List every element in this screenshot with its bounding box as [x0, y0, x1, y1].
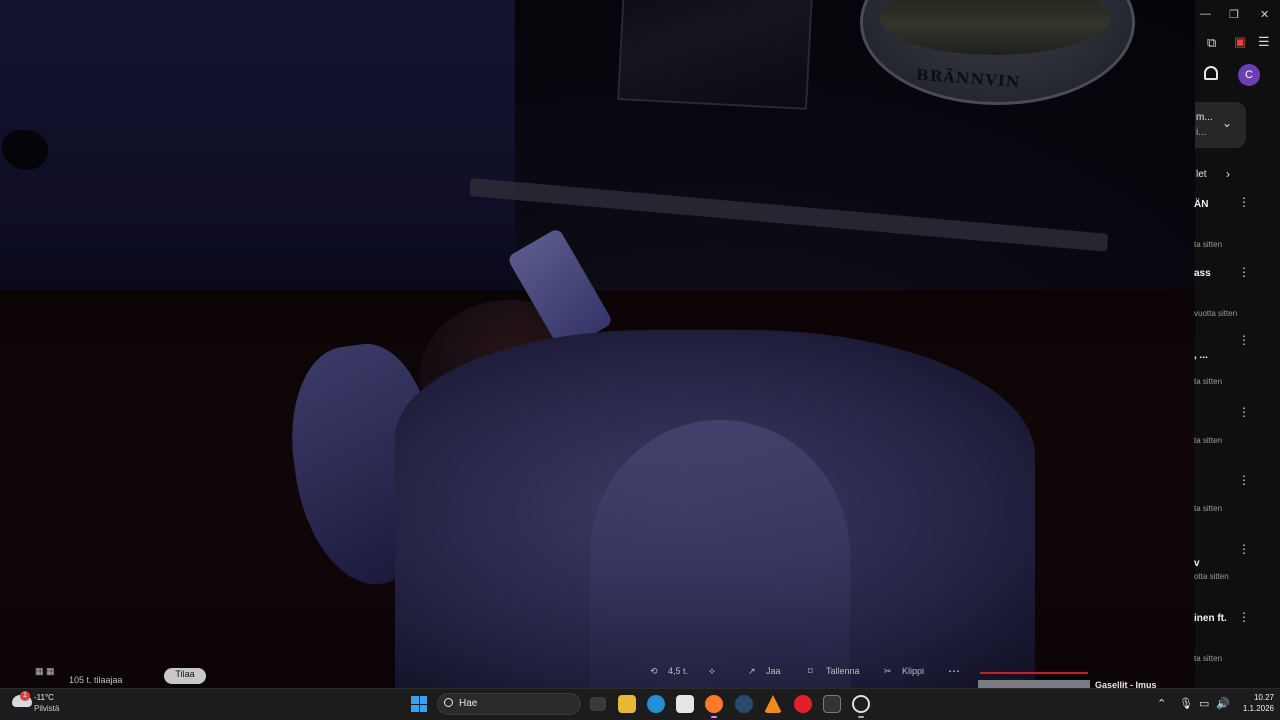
wifi-icon[interactable]: ▭: [1199, 697, 1209, 710]
filter-label[interactable]: let: [1196, 169, 1207, 180]
file-explorer-icon[interactable]: [618, 695, 636, 713]
subscriber-count: 105 t. tilaajaa: [69, 675, 123, 685]
running-app-indicator: [858, 716, 864, 718]
like-icon[interactable]: ⟲: [650, 666, 658, 677]
windows-logo-icon[interactable]: [411, 696, 427, 712]
kebab-icon[interactable]: ⋮: [1238, 543, 1250, 555]
terminal-icon[interactable]: [823, 695, 841, 713]
avatar[interactable]: C: [1238, 64, 1260, 86]
recommendation-meta: ta sitten: [1194, 377, 1223, 386]
subscribe-button[interactable]: Tilaa: [164, 668, 206, 684]
recommendation-title[interactable]: , ...: [1194, 350, 1208, 361]
temperature[interactable]: -11°C: [34, 693, 54, 702]
extension-badge-icon[interactable]: ▣: [1234, 34, 1246, 50]
like-count[interactable]: 4,5 t.: [668, 666, 688, 676]
bell-icon[interactable]: [1204, 66, 1218, 80]
channel-badge-icon: ▦ ▦: [35, 666, 55, 676]
kebab-icon[interactable]: ⋮: [1238, 406, 1250, 418]
kebab-icon[interactable]: ⋮: [1238, 196, 1250, 208]
menu-icon[interactable]: ☰: [1258, 34, 1270, 50]
kebab-icon[interactable]: ⋮: [1238, 334, 1250, 346]
chevron-up-icon[interactable]: ⌃: [1157, 697, 1166, 710]
more-actions-icon[interactable]: ⋯: [948, 664, 960, 678]
search-icon: [444, 698, 453, 707]
steam-icon[interactable]: [735, 695, 753, 713]
store-icon[interactable]: [676, 695, 694, 713]
taskbar: [0, 688, 1280, 720]
recommendation-meta: ta sitten: [1194, 654, 1223, 663]
video-player[interactable]: BRÄNNVIN: [0, 0, 1195, 688]
recommendation-title[interactable]: ÄN: [1194, 199, 1208, 210]
chip-line1: m...: [1196, 112, 1213, 123]
recommendation-meta: otta sitten: [1194, 572, 1229, 581]
kebab-icon[interactable]: ⋮: [1238, 611, 1250, 623]
chevron-right-icon[interactable]: ›: [1226, 167, 1230, 181]
share-button[interactable]: Jaa: [766, 666, 781, 676]
minimize-icon[interactable]: —: [1200, 8, 1211, 20]
active-app-indicator: [711, 716, 717, 718]
recommendation-meta: ta sitten: [1194, 436, 1223, 445]
share-icon[interactable]: ↗: [748, 666, 756, 677]
playlist-chip[interactable]: [1195, 102, 1246, 148]
restore-icon[interactable]: ❐: [1229, 8, 1239, 21]
dislike-icon[interactable]: ⟡: [709, 666, 715, 677]
edge-icon[interactable]: [647, 695, 665, 713]
weather-condition[interactable]: Pilvistä: [34, 704, 59, 713]
clip-icon[interactable]: ✂: [884, 666, 892, 677]
recommendation-meta: ta sitten: [1194, 504, 1223, 513]
volume-icon[interactable]: 🔊: [1216, 697, 1230, 710]
watch-progress: [980, 672, 1088, 674]
extensions-icon[interactable]: ⧉: [1207, 35, 1216, 51]
mic-icon[interactable]: 🎙: [1179, 697, 1193, 710]
recommendation-title[interactable]: ass: [1194, 268, 1211, 279]
chevron-down-icon[interactable]: ⌄: [1222, 116, 1232, 130]
kebab-icon[interactable]: ⋮: [1238, 474, 1250, 486]
save-icon[interactable]: ⌑: [808, 666, 813, 677]
opera-icon[interactable]: [794, 695, 812, 713]
firefox-icon[interactable]: [705, 695, 723, 713]
clock-date[interactable]: 1.1.2026: [1236, 704, 1274, 713]
search-placeholder: Hae: [459, 698, 478, 709]
clip-button[interactable]: Klippi: [902, 666, 924, 676]
save-button[interactable]: Tallenna: [826, 666, 860, 676]
recommendation-meta: ta sitten: [1194, 240, 1223, 249]
close-icon[interactable]: ✕: [1260, 8, 1269, 21]
blanket-fold: [590, 420, 850, 688]
recommendation-meta: vuotta sitten: [1194, 309, 1238, 318]
kebab-icon[interactable]: ⋮: [1238, 266, 1250, 278]
recommendation-channel[interactable]: v: [1194, 558, 1200, 569]
task-view-icon[interactable]: [590, 697, 606, 711]
poster: [617, 0, 813, 110]
chatgpt-icon[interactable]: [852, 695, 870, 713]
clock-time[interactable]: 10.27: [1238, 693, 1274, 702]
wall: [0, 0, 515, 300]
next-video-thumbnail[interactable]: [978, 680, 1090, 688]
recommendation-title[interactable]: inen ft.: [1194, 613, 1227, 624]
chip-line2: i...: [1196, 127, 1207, 138]
weather-badge: 1: [20, 691, 30, 701]
